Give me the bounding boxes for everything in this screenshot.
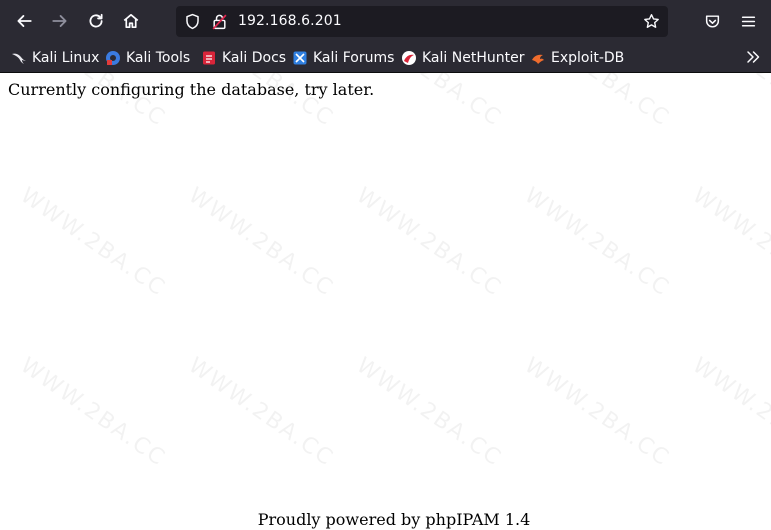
back-button[interactable] (9, 6, 39, 36)
bookmarks-toolbar: Kali Linux Kali Tools Kali Docs Kali For… (0, 42, 771, 72)
navigation-toolbar: 192.168.6.201 (0, 0, 771, 42)
bookmark-kali-forums[interactable]: Kali Forums (292, 47, 394, 68)
bookmark-star-icon[interactable] (643, 13, 660, 30)
watermark-text: WWW.2BA.CC (352, 73, 507, 132)
watermark-text: WWW.2BA.CC (519, 353, 675, 472)
bookmark-kali-nethunter[interactable]: Kali NetHunter (401, 47, 524, 68)
watermark-text: WWW.2BA.CC (687, 183, 771, 302)
address-bar[interactable]: 192.168.6.201 (176, 6, 668, 37)
bookmark-label: Exploit-DB (551, 49, 625, 66)
hamburger-menu-icon (741, 15, 755, 27)
arrow-left-icon (17, 15, 32, 27)
home-button[interactable] (116, 6, 146, 36)
bookmark-label: Kali Docs (222, 49, 287, 66)
forward-button[interactable] (45, 6, 75, 36)
watermark-text: WWW.2BA.CC (519, 183, 675, 302)
tracking-protection-shield-icon[interactable] (184, 13, 201, 30)
exploit-db-icon (532, 54, 544, 64)
kali-tools-icon (106, 50, 120, 65)
bookmark-kali-docs[interactable]: Kali Docs (201, 47, 286, 68)
bookmark-label: Kali Tools (126, 49, 191, 66)
browser-chrome: 192.168.6.201 Kali Linux Kali Tools Kali… (0, 0, 771, 73)
reload-icon (89, 13, 103, 28)
watermark-text: WWW.2BA.CC (15, 183, 171, 302)
watermark-text: WWW.2BA.CC (183, 353, 339, 472)
app-menu-button[interactable] (733, 6, 763, 36)
pocket-icon (705, 14, 719, 28)
home-icon (123, 13, 139, 29)
watermark-text: WWW.2BA.CC (351, 353, 507, 472)
kali-dragon-icon (12, 53, 26, 64)
bookmark-kali-linux[interactable]: Kali Linux (11, 47, 99, 68)
bookmark-exploit-db[interactable]: Exploit-DB (530, 47, 624, 68)
kali-forums-icon (293, 51, 307, 64)
reload-button[interactable] (81, 6, 111, 36)
kali-docs-icon (203, 51, 215, 64)
page-content: WWW.2BA.CC WWW.2BA.CC WWW.2BA.CC WWW.2BA.CC… (0, 73, 771, 530)
url-text[interactable]: 192.168.6.201 (238, 13, 342, 29)
bookmark-kali-tools[interactable]: Kali Tools (105, 47, 190, 68)
insecure-lock-icon[interactable] (211, 13, 228, 30)
arrow-right-icon (52, 15, 67, 27)
watermark-text: WWW.2BA.CC (351, 183, 507, 302)
watermark-text: WWW.2BA.CC (520, 73, 675, 132)
watermark-text: WWW.2BA.CC (15, 353, 171, 472)
chevron-double-right-icon (747, 51, 760, 63)
bookmark-label: Kali Forums (313, 49, 395, 66)
kali-nethunter-icon (402, 50, 416, 65)
status-message: Currently configuring the database, try … (8, 80, 375, 99)
bookmarks-overflow-button[interactable] (743, 47, 763, 67)
watermark-text: WWW.2BA.CC (688, 73, 771, 132)
watermark-text: WWW.2BA.CC (183, 183, 339, 302)
page-footer: Proudly powered by phpIPAM 1.4 (257, 510, 531, 529)
bookmark-label: Kali Linux (32, 49, 100, 66)
watermark-text: WWW.2BA.CC (687, 353, 771, 472)
bookmark-label: Kali NetHunter (422, 49, 525, 66)
pocket-button[interactable] (697, 6, 727, 36)
